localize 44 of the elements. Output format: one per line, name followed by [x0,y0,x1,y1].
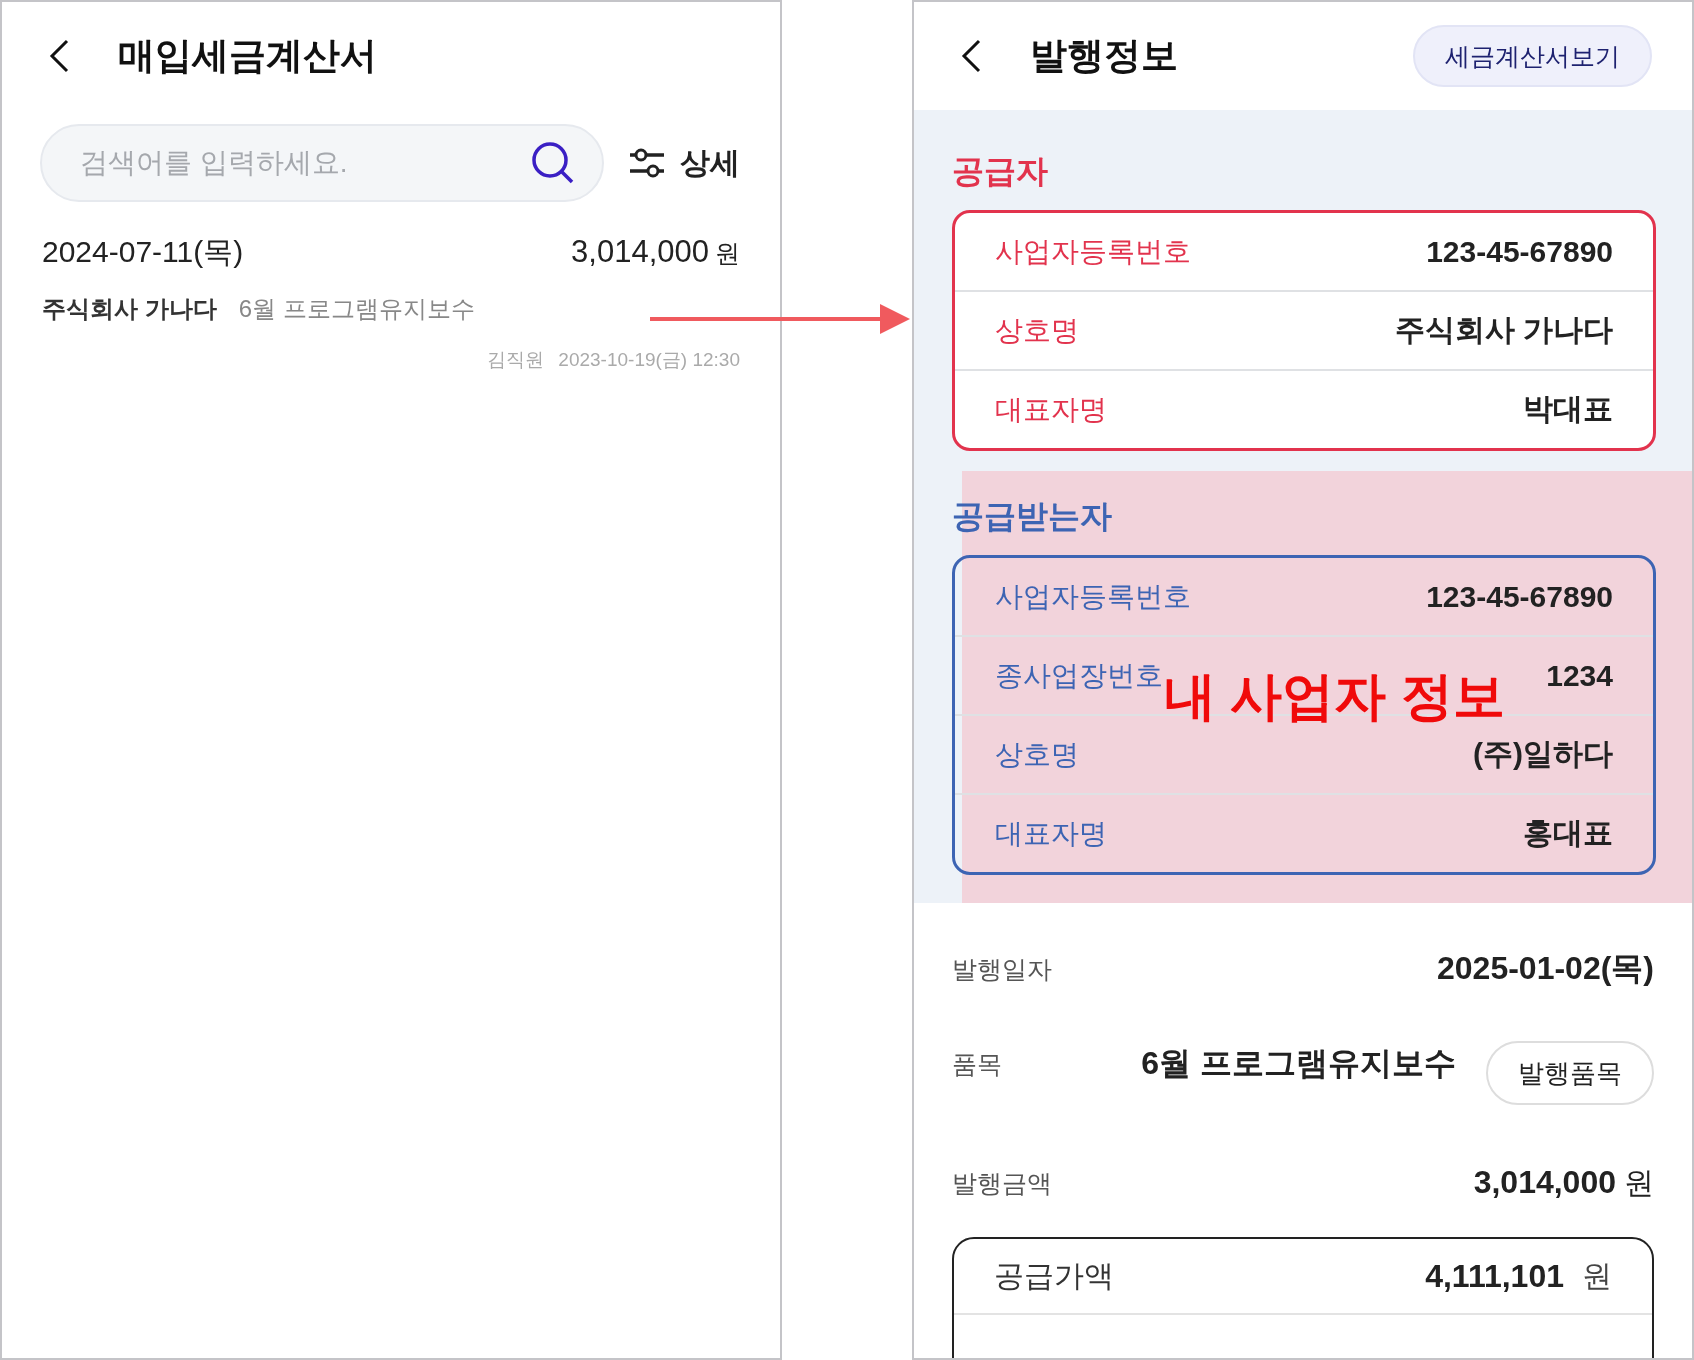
currency-unit: 원 [1624,1165,1654,1199]
section-title: 공급자 [952,152,1049,191]
search-field[interactable]: 검색어를 입력하세요. [40,124,604,202]
field-label: 종사업장번호 [995,658,1163,693]
detail-label: 발행일자 [952,953,1052,985]
field-value: (주)일하다 [1473,736,1613,772]
view-invoice-button[interactable]: 세금계산서보기 [1413,25,1652,87]
field-value: 박대표 [1523,391,1613,427]
section-title: 공급받는자 [952,497,1113,536]
author-name: 김직원 [487,348,545,372]
company-name: 주식회사 가나다 [42,294,217,324]
screen-title: 발행정보 [1030,34,1178,78]
field-value: 주식회사 가나다 [1394,312,1613,348]
search-icon[interactable] [530,140,576,186]
issued-items-button[interactable]: 발행품목 [1486,1041,1654,1105]
detail-label: 발행금액 [952,1167,1052,1199]
field-value: 1234 [1546,658,1613,693]
back-icon[interactable] [48,38,70,74]
detail-value: 3,014,000 [1473,1163,1616,1200]
detail-value: 2025-01-02(목) [1437,950,1654,986]
annotation-label: 내 사업자 정보 [1164,670,1505,722]
invoice-amount: 3,014,000 [571,234,709,269]
filter-button[interactable]: 상세 [628,142,740,184]
field-value: 123-45-67890 [1426,579,1613,614]
field-label: 상호명 [995,737,1079,772]
invoice-date: 2024-07-11(목) [42,234,244,270]
sliders-icon [628,146,666,180]
field-label: 상호명 [995,313,1079,348]
item-name: 6월 프로그램유지보수 [238,294,475,324]
field-value: 홍대표 [1523,815,1613,851]
amount-value: 4,111,101 [1425,1257,1564,1295]
screen-title: 매입세금계산서 [118,34,377,78]
field-label: 사업자등록번호 [995,234,1191,269]
timestamp: 2023-10-19(금) 12:30 [558,348,740,372]
field-label: 대표자명 [995,816,1107,851]
field-value: 123-45-67890 [1426,234,1613,269]
back-icon[interactable] [960,38,982,74]
currency-unit: 원 [1582,1257,1612,1294]
field-label: 대표자명 [995,392,1107,427]
detail-label: 품목 [952,1048,1003,1080]
detail-value: 6월 프로그램유지보수 [1141,1045,1456,1081]
field-label: 사업자등록번호 [995,579,1191,614]
amount-label: 공급가액 [994,1257,1114,1294]
currency-unit: 원 [715,239,740,267]
